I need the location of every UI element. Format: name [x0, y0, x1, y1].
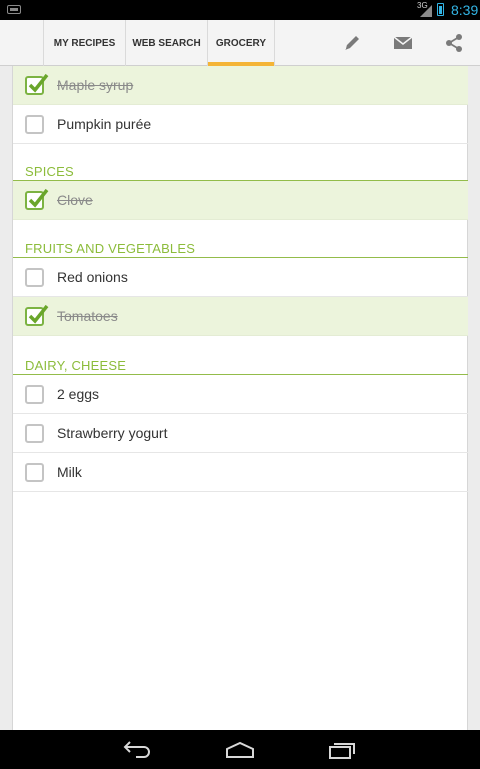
tab-web-search[interactable]: WEB SEARCH [125, 20, 207, 66]
list-item[interactable]: Tomatoes [13, 297, 468, 336]
item-label: Red onions [57, 269, 128, 285]
tab-my-recipes[interactable]: MY RECIPES [43, 20, 125, 66]
list-item[interactable]: Red onions [13, 258, 468, 297]
item-label: Tomatoes [57, 308, 118, 324]
email-button[interactable] [392, 32, 414, 54]
home-button[interactable] [224, 740, 256, 760]
tab-label: GROCERY [215, 37, 267, 49]
section-title: FRUITS AND VEGETABLES [25, 241, 196, 256]
item-label: Pumpkin purée [57, 116, 152, 132]
share-button[interactable] [443, 32, 465, 54]
check-icon [28, 188, 49, 208]
action-bar: MY RECIPES WEB SEARCH GROCERY [0, 20, 480, 66]
home-icon [226, 741, 254, 758]
checkbox-unchecked[interactable] [25, 424, 44, 443]
recent-apps-icon [329, 743, 355, 759]
checkbox-checked[interactable] [25, 304, 49, 326]
section-title: SPICES [25, 164, 74, 179]
item-label: 2 eggs [57, 386, 100, 402]
clock: 8:39 [451, 2, 479, 18]
checkbox-unchecked[interactable] [25, 385, 44, 404]
list-item[interactable]: Clove [13, 181, 468, 220]
section-header-dairy-cheese: DAIRY, CHEESE [13, 355, 468, 375]
tab-label: WEB SEARCH [132, 37, 201, 49]
checkbox-unchecked[interactable] [25, 463, 44, 482]
item-label: Milk [57, 464, 82, 480]
list-item[interactable]: Milk [13, 453, 468, 492]
list-item[interactable]: Pumpkin purée [13, 105, 468, 144]
signal-icon [420, 5, 432, 17]
item-label: Maple syrup [57, 77, 134, 93]
tab-label: MY RECIPES [53, 37, 116, 49]
share-icon [446, 34, 462, 52]
mail-icon [393, 36, 413, 49]
status-bar: 3G 8:39 [0, 0, 480, 20]
keyboard-notification-icon [7, 5, 21, 14]
check-icon [28, 304, 49, 324]
list-item[interactable]: Maple syrup [13, 66, 468, 105]
checkbox-unchecked[interactable] [25, 115, 44, 134]
recent-apps-button[interactable] [326, 740, 358, 760]
item-label: Clove [57, 192, 93, 208]
back-button[interactable] [122, 740, 154, 760]
section-title: DAIRY, CHEESE [25, 358, 127, 373]
battery-icon [437, 3, 444, 16]
tab-grocery[interactable]: GROCERY [207, 20, 275, 66]
checkbox-checked[interactable] [25, 188, 49, 210]
list-item[interactable]: Strawberry yogurt [13, 414, 468, 453]
check-icon [28, 73, 49, 93]
section-header-fruits-and-vegetables: FRUITS AND VEGETABLES [13, 238, 468, 258]
checkbox-checked[interactable] [25, 73, 49, 95]
navigation-bar [0, 730, 480, 769]
list-item[interactable]: 2 eggs [13, 375, 468, 414]
item-label: Strawberry yogurt [57, 425, 168, 441]
pencil-icon [345, 36, 359, 50]
checkbox-unchecked[interactable] [25, 268, 44, 287]
edit-button[interactable] [341, 32, 363, 54]
grocery-list: Maple syrup Pumpkin purée SPICES Clove F… [12, 66, 468, 730]
back-icon [123, 741, 150, 758]
section-header-spices: SPICES [13, 161, 468, 181]
